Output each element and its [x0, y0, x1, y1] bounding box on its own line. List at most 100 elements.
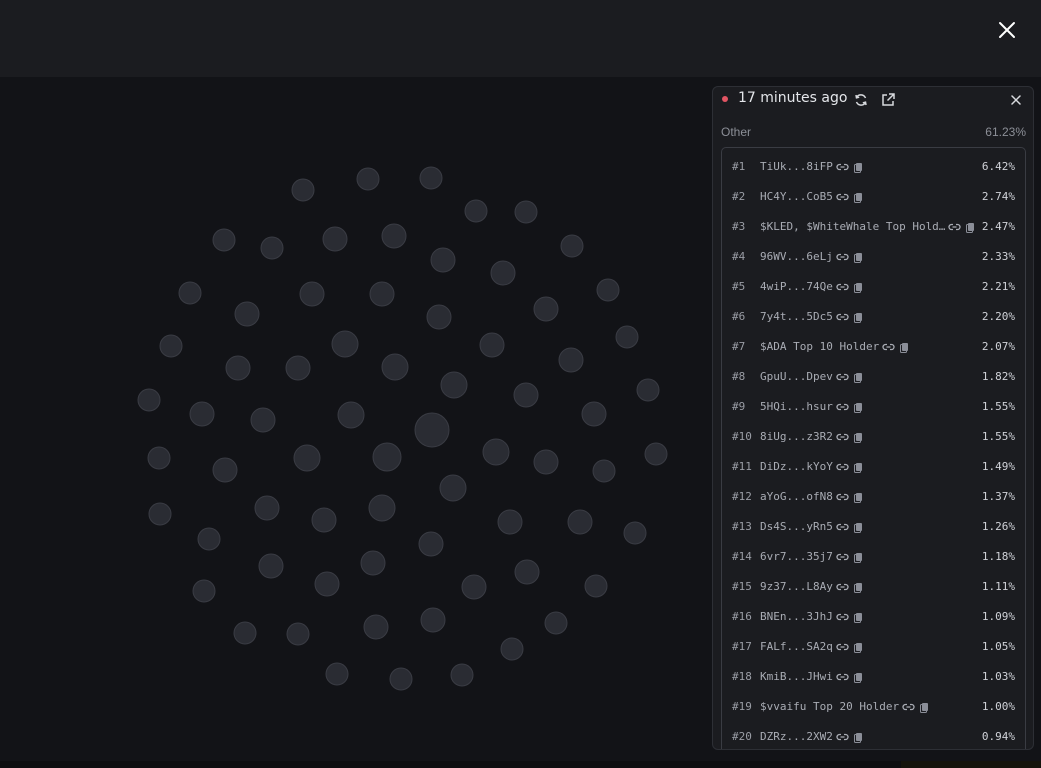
wallet-bubble[interactable]	[286, 622, 310, 646]
wallet-bubble[interactable]	[363, 614, 389, 640]
wallet-bubble[interactable]	[322, 226, 348, 252]
wallet-bubble[interactable]	[558, 347, 584, 373]
wallet-bubble[interactable]	[189, 401, 215, 427]
wallet-bubble[interactable]	[314, 571, 340, 597]
wallet-bubble[interactable]	[293, 444, 321, 472]
wallet-bubble[interactable]	[414, 412, 450, 448]
wallet-bubble[interactable]	[299, 281, 325, 307]
link-icon[interactable]	[836, 671, 849, 683]
wallet-bubble[interactable]	[490, 260, 516, 286]
copy-icon[interactable]	[852, 251, 865, 263]
wallet-bubble[interactable]	[159, 334, 183, 358]
link-icon[interactable]	[836, 611, 849, 623]
wallet-bubble[interactable]	[439, 474, 467, 502]
wallet-bubble[interactable]	[372, 442, 402, 472]
holder-row[interactable]: #7 $ADA Top 10 Holder 2.07%	[722, 331, 1025, 361]
holder-row[interactable]: #11 DiDz...kYoY 1.49%	[722, 451, 1025, 481]
wallet-bubble[interactable]	[389, 667, 413, 691]
wallet-bubble[interactable]	[596, 278, 620, 302]
wallet-bubble[interactable]	[615, 325, 639, 349]
wallet-bubble[interactable]	[260, 236, 284, 260]
wallet-bubble[interactable]	[644, 442, 668, 466]
holder-row[interactable]: #6 7y4t...5Dc5 2.20%	[722, 301, 1025, 331]
holder-row[interactable]: #20 DZRz...2XW2 0.94%	[722, 721, 1025, 749]
holder-row[interactable]: #19 $vvaifu Top 20 Holder 1.00%	[722, 691, 1025, 721]
wallet-bubble[interactable]	[623, 521, 647, 545]
wallet-bubble[interactable]	[147, 446, 171, 470]
link-icon[interactable]	[836, 521, 849, 533]
wallet-bubble[interactable]	[420, 607, 446, 633]
wallet-bubble[interactable]	[514, 559, 540, 585]
wallet-bubble[interactable]	[533, 449, 559, 475]
wallet-bubble[interactable]	[212, 228, 236, 252]
holder-row[interactable]: #1 TiUk...8iFP 6.42%	[722, 151, 1025, 181]
wallet-bubble[interactable]	[500, 637, 524, 661]
link-icon[interactable]	[836, 581, 849, 593]
link-icon[interactable]	[882, 341, 895, 353]
wallet-bubble[interactable]	[381, 223, 407, 249]
holder-row[interactable]: #8 GpuU...Dpev 1.82%	[722, 361, 1025, 391]
wallet-bubble[interactable]	[533, 296, 559, 322]
copy-icon[interactable]	[852, 371, 865, 383]
link-icon[interactable]	[836, 431, 849, 443]
wallet-bubble[interactable]	[137, 388, 161, 412]
holder-row[interactable]: #2 HC4Y...CoB5 2.74%	[722, 181, 1025, 211]
link-icon[interactable]	[836, 491, 849, 503]
wallet-bubble[interactable]	[234, 301, 260, 327]
holder-row[interactable]: #14 6vr7...35j7 1.18%	[722, 541, 1025, 571]
wallet-bubble[interactable]	[581, 401, 607, 427]
wallet-bubble[interactable]	[584, 574, 608, 598]
copy-icon[interactable]	[852, 641, 865, 653]
wallet-bubble[interactable]	[461, 574, 487, 600]
link-icon[interactable]	[836, 161, 849, 173]
link-icon[interactable]	[836, 641, 849, 653]
wallet-bubble[interactable]	[254, 495, 280, 521]
link-icon[interactable]	[836, 191, 849, 203]
wallet-bubble[interactable]	[148, 502, 172, 526]
wallet-bubble[interactable]	[225, 355, 251, 381]
link-icon[interactable]	[836, 401, 849, 413]
wallet-bubble[interactable]	[514, 200, 538, 224]
wallet-bubble[interactable]	[497, 509, 523, 535]
holder-row[interactable]: #4 96WV...6eLj 2.33%	[722, 241, 1025, 271]
wallet-bubble[interactable]	[258, 553, 284, 579]
holder-row[interactable]: #12 aYoG...ofN8 1.37%	[722, 481, 1025, 511]
wallet-bubble[interactable]	[337, 401, 365, 429]
copy-icon[interactable]	[852, 401, 865, 413]
wallet-bubble[interactable]	[567, 509, 593, 535]
close-icon[interactable]	[1008, 92, 1024, 108]
wallet-bubble[interactable]	[233, 621, 257, 645]
wallet-bubble[interactable]	[381, 353, 409, 381]
copy-icon[interactable]	[852, 431, 865, 443]
wallet-bubble[interactable]	[291, 178, 315, 202]
link-icon[interactable]	[836, 251, 849, 263]
wallet-bubble[interactable]	[513, 382, 539, 408]
holder-row[interactable]: #17 FALf...SA2q 1.05%	[722, 631, 1025, 661]
wallet-bubble[interactable]	[356, 167, 380, 191]
holder-row[interactable]: #10 8iUg...z3R2 1.55%	[722, 421, 1025, 451]
copy-icon[interactable]	[918, 701, 931, 713]
holder-row[interactable]: #16 BNEn...3JhJ 1.09%	[722, 601, 1025, 631]
external-link-icon[interactable]	[880, 92, 896, 108]
close-icon[interactable]	[995, 18, 1019, 42]
wallet-bubble[interactable]	[197, 527, 221, 551]
bubble-map[interactable]	[0, 77, 705, 761]
wallet-bubble[interactable]	[464, 199, 488, 223]
wallet-bubble[interactable]	[440, 371, 468, 399]
wallet-bubble[interactable]	[450, 663, 474, 687]
wallet-bubble[interactable]	[479, 332, 505, 358]
wallet-bubble[interactable]	[482, 438, 510, 466]
wallet-bubble[interactable]	[430, 247, 456, 273]
wallet-bubble[interactable]	[368, 494, 396, 522]
wallet-bubble[interactable]	[369, 281, 395, 307]
link-icon[interactable]	[836, 551, 849, 563]
link-icon[interactable]	[836, 311, 849, 323]
copy-icon[interactable]	[852, 551, 865, 563]
holder-row[interactable]: #18 KmiB...JHwi 1.03%	[722, 661, 1025, 691]
copy-icon[interactable]	[852, 161, 865, 173]
copy-icon[interactable]	[852, 311, 865, 323]
wallet-bubble[interactable]	[360, 550, 386, 576]
holder-row[interactable]: #5 4wiP...74Qe 2.21%	[722, 271, 1025, 301]
copy-icon[interactable]	[898, 341, 911, 353]
copy-icon[interactable]	[852, 281, 865, 293]
